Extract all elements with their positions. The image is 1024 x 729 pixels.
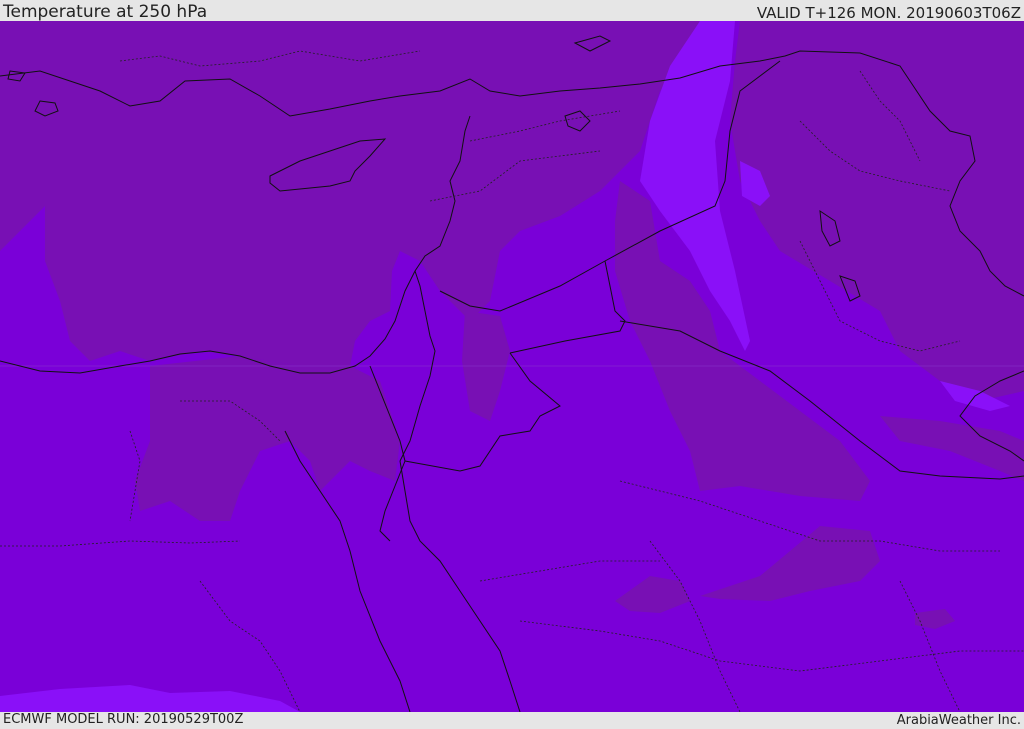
map-title: Temperature at 250 hPa [3, 2, 208, 22]
footer-bar: ECMWF MODEL RUN: 20190529T00Z ArabiaWeat… [0, 712, 1024, 729]
temperature-map [0, 21, 1024, 712]
credit: ArabiaWeather Inc. [896, 713, 1021, 728]
header-bar: Temperature at 250 hPa VALID T+126 MON. … [0, 0, 1024, 22]
model-run: ECMWF MODEL RUN: 20190529T00Z [3, 712, 244, 727]
valid-time: VALID T+126 MON. 20190603T06Z [756, 4, 1021, 22]
